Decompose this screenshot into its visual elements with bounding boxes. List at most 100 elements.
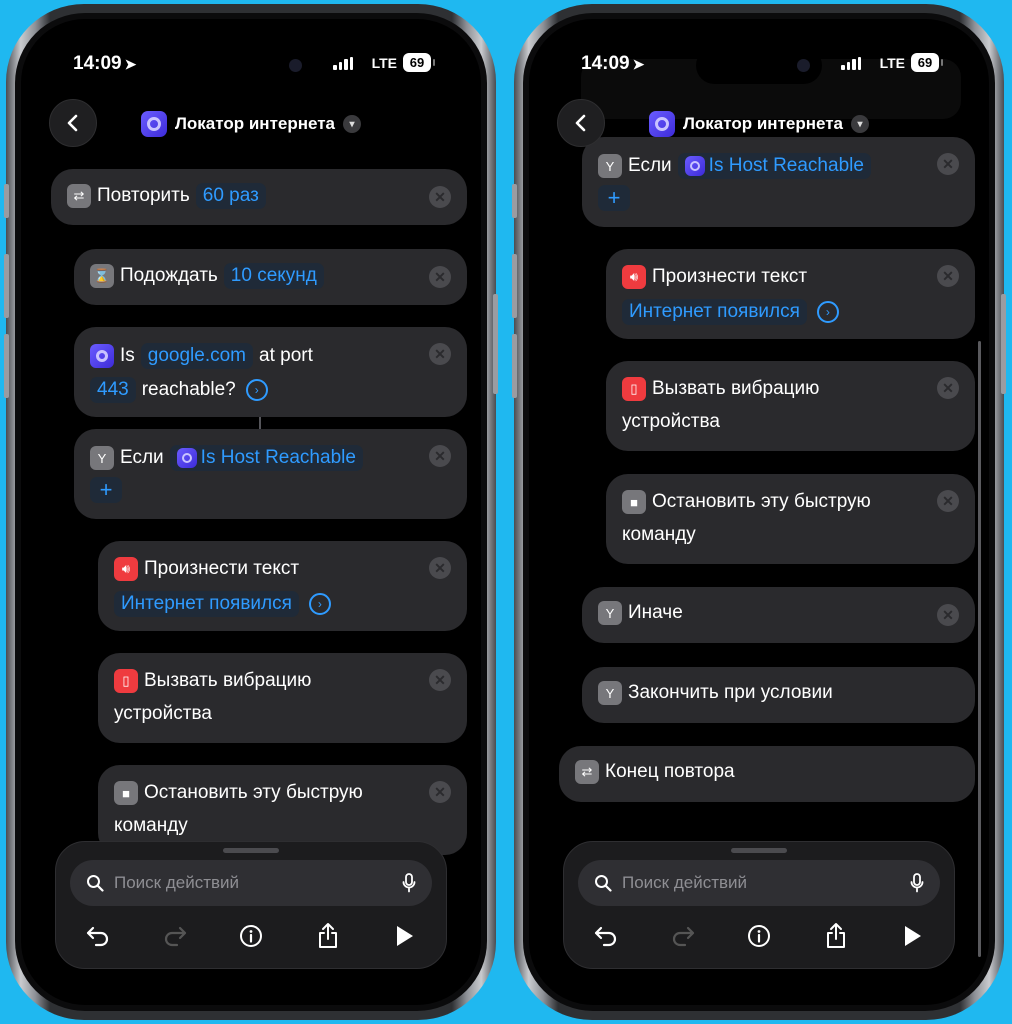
drag-handle[interactable] [731,848,787,853]
wait-label: Подождать [120,265,218,286]
action-host-reachable[interactable]: Is google.com at port 443 reachable? › ✕ [74,327,467,417]
play-icon [905,926,921,946]
action-wait[interactable]: ⌛ Подождать 10 секунд ✕ [74,249,467,305]
shortcut-name: Локатор интернета [682,114,844,133]
remove-action-button[interactable]: ✕ [429,266,451,288]
action-end-repeat[interactable]: ⇄ Конец повтора [559,746,975,802]
phone-right: 14:09 ➤ LTE 69 Локатор интернета ▾ Y Если [512,4,1006,1020]
undo-icon [86,926,109,947]
action-vibrate[interactable]: ▯ Вызвать вибрацию устройства ✕ [98,653,467,743]
if-variable[interactable]: Is Host Reachable [169,445,363,471]
chevron-down-icon[interactable]: ▾ [851,115,870,133]
vibrate-label-line1: Вызвать вибрацию [652,378,820,399]
status-time: 14:09 ➤ [73,53,137,74]
run-button[interactable] [894,918,930,954]
action-if[interactable]: Y Если Is Host Reachable + ✕ [582,137,975,227]
remove-action-button[interactable]: ✕ [937,265,959,287]
add-condition-button[interactable]: + [598,185,630,211]
wait-duration[interactable]: 10 секунд [223,263,324,289]
microphone-icon[interactable] [402,873,416,893]
host-is-text: Is [120,345,135,366]
action-repeat[interactable]: ⇄ Повторить 60 раз ✕ [51,169,467,225]
redo-icon [672,926,694,947]
redo-button[interactable] [665,918,701,954]
stop-icon: ■ [622,490,646,514]
remove-action-button[interactable]: ✕ [937,153,959,175]
repeat-count[interactable]: 60 раз [195,183,266,209]
hourglass-icon: ⌛ [90,264,114,288]
action-if[interactable]: Y Если Is Host Reachable + ✕ [74,429,467,519]
info-button[interactable] [741,918,777,954]
nav-bar: Локатор интернета ▾ [21,99,481,147]
share-button[interactable] [818,918,854,954]
search-input[interactable]: Поиск действий [578,860,940,906]
drag-handle[interactable] [223,848,279,853]
expand-arrow-icon[interactable]: › [816,301,839,323]
otherwise-label: Иначе [628,602,683,623]
action-end-if[interactable]: Y Закончить при условии [582,667,975,723]
search-placeholder: Поиск действий [114,873,240,892]
add-condition-button[interactable]: + [90,477,122,503]
shortcut-title[interactable]: Локатор интернета ▾ [21,111,481,137]
editor-toolbar [588,918,930,954]
expand-arrow-icon[interactable]: › [308,593,331,615]
search-placeholder: Поиск действий [622,873,748,892]
signal-icon [333,57,353,70]
status-time: 14:09 ➤ [581,53,645,74]
host-field[interactable]: google.com [140,343,254,369]
remove-action-button[interactable]: ✕ [937,377,959,399]
share-icon [318,923,337,948]
if-variable[interactable]: Is Host Reachable [677,153,871,179]
search-input[interactable]: Поиск действий [70,860,432,906]
action-stop-shortcut[interactable]: ■ Остановить эту быструю команду ✕ [606,474,975,564]
nav-bar: Локатор интернета ▾ [529,99,989,147]
battery-icon: 69 [911,53,943,72]
screen-right: 14:09 ➤ LTE 69 Локатор интернета ▾ Y Если [529,19,989,1005]
action-speak-text[interactable]: 🔊︎ Произнести текст Интернет появился › … [98,541,467,631]
vibrate-label-line2: устройства [114,703,212,724]
vibrate-icon: ▯ [114,669,138,693]
repeat-icon: ⇄ [575,760,599,784]
share-icon [826,923,845,948]
share-button[interactable] [310,918,346,954]
remove-action-button[interactable]: ✕ [937,490,959,512]
action-otherwise[interactable]: Y Иначе ✕ [582,587,975,643]
remove-action-button[interactable]: ✕ [429,669,451,691]
info-icon [748,925,770,947]
scrollbar[interactable] [978,341,981,957]
speak-text-field[interactable]: Интернет появился [114,591,299,617]
expand-arrow-icon[interactable]: › [245,379,268,401]
network-type: LTE [879,55,905,71]
remove-action-button[interactable]: ✕ [937,604,959,626]
redo-button[interactable] [157,918,193,954]
action-speak-text[interactable]: 🔊︎ Произнести текст Интернет появился › … [606,249,975,339]
speak-label: Произнести текст [652,266,808,287]
remove-action-button[interactable]: ✕ [429,445,451,467]
remove-action-button[interactable]: ✕ [429,343,451,365]
remove-action-button[interactable]: ✕ [429,186,451,208]
phone-left: 14:09 ➤ LTE 69 Локатор интернета ▾ ⇄ Повт… [4,4,498,1020]
shortcut-title[interactable]: Локатор интернета ▾ [529,111,989,137]
microphone-icon[interactable] [910,873,924,893]
port-field[interactable]: 443 [90,377,136,403]
location-arrow-icon: ➤ [632,56,645,72]
chevron-down-icon[interactable]: ▾ [343,115,362,133]
network-utility-icon [684,156,705,176]
reachable-text: reachable? [141,379,236,400]
repeat-label: Повторить [97,185,190,206]
vibrate-icon: ▯ [622,377,646,401]
speaker-icon: 🔊︎ [114,557,138,581]
remove-action-button[interactable]: ✕ [429,781,451,803]
undo-button[interactable] [588,918,624,954]
remove-action-button[interactable]: ✕ [429,557,451,579]
vibrate-label-line1: Вызвать вибрацию [144,670,312,691]
run-button[interactable] [386,918,422,954]
info-button[interactable] [233,918,269,954]
action-vibrate[interactable]: ▯ Вызвать вибрацию устройства ✕ [606,361,975,451]
network-utility-icon [90,344,114,368]
speak-text-field[interactable]: Интернет появился [622,299,807,325]
network-utility-icon [176,448,197,468]
battery-icon: 69 [403,53,435,72]
actions-panel: Поиск действий [563,841,955,969]
undo-button[interactable] [80,918,116,954]
